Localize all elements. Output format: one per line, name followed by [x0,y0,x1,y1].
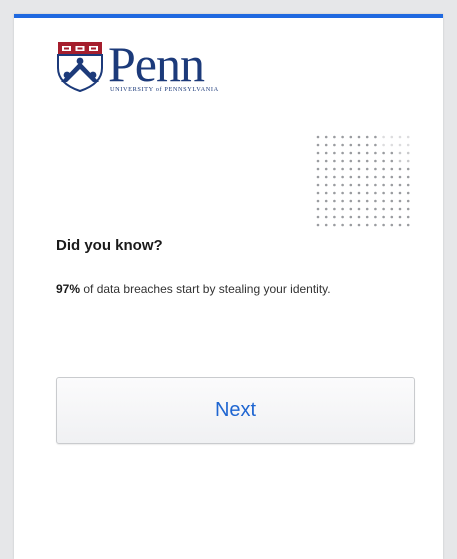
penn-wordmark: Penn [108,36,205,92]
next-button[interactable]: Next [56,377,415,444]
dot-grid-icon [316,135,410,227]
penn-logo: Penn UNIVERSITY of PENNSYLVANIA [56,36,246,96]
login-card: Penn UNIVERSITY of PENNSYLVANIA Did you … [14,14,443,559]
stat-highlight: 97% [56,282,81,296]
fact-message: of data breaches start by stealing your … [80,282,331,296]
breach-fact-text: 97% of data breaches start by stealing y… [56,279,386,300]
university-subline: UNIVERSITY of PENNSYLVANIA [110,86,219,93]
did-you-know-heading: Did you know? [56,237,163,254]
penn-shield-icon [57,42,103,92]
page: Penn UNIVERSITY of PENNSYLVANIA Did you … [0,0,457,559]
